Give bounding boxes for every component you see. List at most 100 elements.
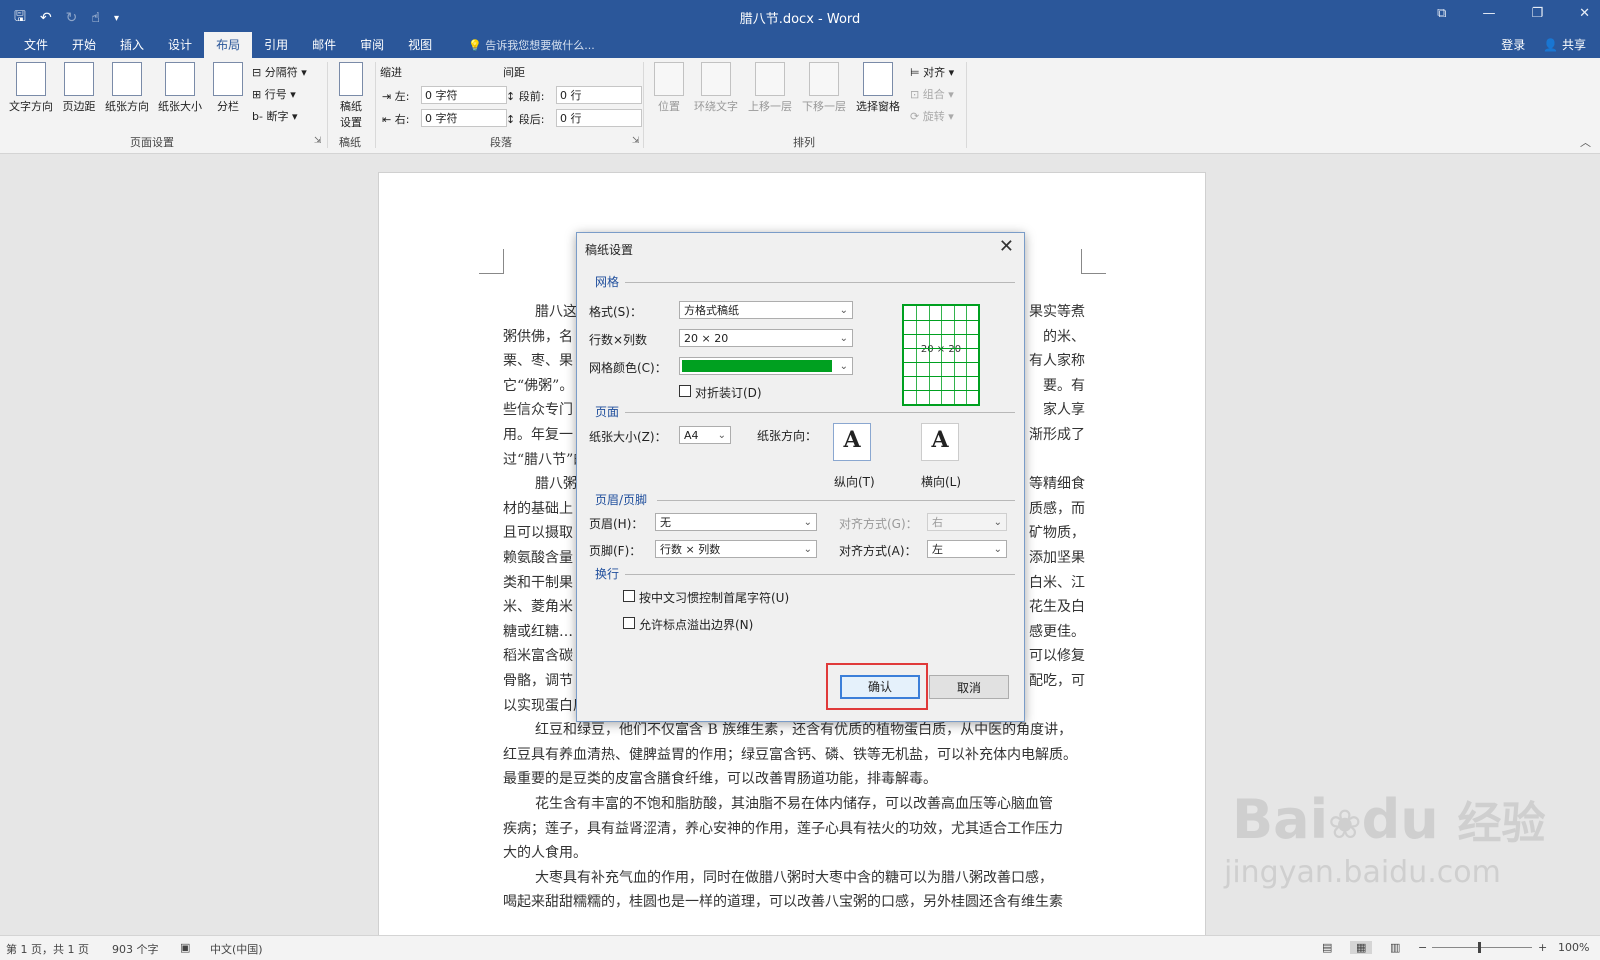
chevron-down-icon: ⌄	[803, 544, 812, 555]
line-numbers-button[interactable]: ⊞ 行号 ▾	[252, 86, 296, 102]
tell-me-box[interactable]: 💡 告诉我您想要做什么...	[468, 37, 595, 53]
manuscript-icon	[339, 62, 363, 96]
word-count[interactable]: 903 个字	[112, 941, 159, 957]
header-align-label: 对齐方式(G)：	[839, 517, 918, 531]
collapse-ribbon-icon[interactable]: ︿	[1580, 134, 1591, 150]
zoom-out-icon[interactable]: −	[1418, 941, 1427, 954]
read-mode-icon[interactable]: ▤	[1322, 941, 1332, 954]
document-line: 疾病；莲子，具有益肾涩清，养心安神的作用，莲子心具有祛火的功效，尤其适合工作压力	[503, 820, 1063, 837]
zoom-level[interactable]: 100%	[1558, 941, 1589, 954]
group-button[interactable]: ⊡ 组合 ▾	[910, 86, 954, 102]
spacing-after-input[interactable]: 0 行	[556, 109, 642, 127]
grid-section-title: 网格	[595, 275, 620, 289]
footer-label: 页脚(F)：	[589, 544, 642, 558]
ok-button[interactable]: 确认	[840, 675, 920, 699]
format-select[interactable]: 方格式稿纸 ⌄	[679, 301, 853, 319]
grid-preview-col-line	[953, 306, 955, 404]
grid-color-select[interactable]: ⌄	[679, 357, 853, 375]
tab-8[interactable]: 视图	[396, 32, 444, 58]
document-line: 骨骼，调节	[503, 673, 573, 689]
landscape-option[interactable]: A	[921, 423, 959, 461]
paragraph-launcher-icon[interactable]: ⇲	[632, 136, 640, 146]
tab-2[interactable]: 插入	[108, 32, 156, 58]
wrap-text-icon	[701, 62, 731, 96]
header-align-select[interactable]: 右 ⌄	[927, 513, 1007, 531]
document-line-fragment: 家人享	[1043, 402, 1085, 419]
selection-pane-button[interactable]: 选择窗格	[852, 62, 904, 114]
align-button[interactable]: ⊨ 对齐 ▾	[910, 64, 954, 80]
document-line: 栗、枣、果	[503, 353, 573, 370]
ribbon-display-options-icon[interactable]: ⧉	[1437, 6, 1446, 21]
print-layout-icon[interactable]: ▦	[1350, 941, 1373, 954]
columns-button[interactable]: 分栏	[210, 62, 246, 114]
chevron-down-icon: ⌄	[993, 517, 1002, 528]
title-bar: 🖫 ↶ ↻ ☝ ▾ 腊八节.docx - Word ⧉ — ❐ ✕	[0, 0, 1600, 32]
selection-pane-icon	[863, 62, 893, 96]
hanging-punctuation-checkbox[interactable]	[623, 617, 635, 629]
header-select[interactable]: 无 ⌄	[655, 513, 817, 531]
paper-size-select[interactable]: A4 ⌄	[679, 426, 731, 444]
restore-icon[interactable]: ❐	[1531, 6, 1543, 21]
tab-5[interactable]: 引用	[252, 32, 300, 58]
wrap-text-button[interactable]: 环绕文字	[690, 62, 742, 114]
send-backward-button[interactable]: 下移一层	[798, 62, 850, 114]
document-line: 过“腊八节”的	[503, 451, 588, 468]
cjk-first-last-checkbox[interactable]	[623, 590, 635, 602]
tab-0[interactable]: 文件	[12, 32, 60, 58]
fold-binding-checkbox[interactable]	[679, 385, 691, 397]
indent-right-input[interactable]: 0 字符	[421, 109, 507, 127]
language-indicator[interactable]: 中文(中国)	[210, 941, 263, 957]
cancel-button[interactable]: 取消	[929, 675, 1009, 699]
window-controls: ⧉ — ❐ ✕	[1437, 6, 1590, 21]
spacing-before-input[interactable]: 0 行	[556, 86, 642, 104]
arrange-group-label: 排列	[793, 136, 815, 149]
tab-1[interactable]: 开始	[60, 32, 108, 58]
bring-forward-button[interactable]: 上移一层	[744, 62, 796, 114]
position-button[interactable]: 位置	[650, 62, 688, 114]
minimize-icon[interactable]: —	[1482, 6, 1495, 21]
dialog-close-icon[interactable]: ✕	[999, 236, 1014, 257]
rows-cols-select[interactable]: 20 × 20 ⌄	[679, 329, 853, 347]
login-link[interactable]: 登录	[1501, 36, 1525, 53]
zoom-slider-thumb[interactable]	[1478, 942, 1481, 953]
paragraph-group-label: 段落	[490, 136, 512, 149]
page-setup-group-label: 页面设置	[130, 136, 174, 149]
document-line: 最重要的是豆类的皮富含膳食纤维，可以改善胃肠道功能，排毒解毒。	[503, 771, 937, 788]
rotate-button[interactable]: ⟳ 旋转 ▾	[910, 108, 954, 124]
tab-3[interactable]: 设计	[156, 32, 204, 58]
spacing-title: 间距	[503, 66, 525, 79]
document-line: 喝起来甜甜糯糯的，桂圆也是一样的道理，可以改善八宝粥的口感，另外桂圆还含有维生素	[503, 894, 1063, 911]
breaks-button[interactable]: ⊟ 分隔符 ▾	[252, 64, 307, 80]
portrait-option[interactable]: A	[833, 423, 871, 461]
footer-select[interactable]: 行数 × 列数 ⌄	[655, 540, 817, 558]
size-button[interactable]: 纸张大小	[155, 62, 205, 114]
manuscript-settings-button[interactable]: 稿纸 设置	[333, 62, 369, 130]
zoom-in-icon[interactable]: +	[1538, 941, 1547, 954]
landscape-page-icon: A	[931, 427, 949, 453]
tab-7[interactable]: 审阅	[348, 32, 396, 58]
tab-4[interactable]: 布局	[204, 32, 253, 58]
hyphenation-button[interactable]: b‑ 断字 ▾	[252, 108, 297, 124]
share-button[interactable]: 👤 共享	[1543, 36, 1586, 53]
text-direction-button[interactable]: 文字方向	[6, 62, 56, 114]
paw-icon: ❀	[1328, 802, 1362, 848]
web-layout-icon[interactable]: ▥	[1390, 941, 1400, 954]
header-label: 页眉(H)：	[589, 517, 644, 531]
margins-button[interactable]: 页边距	[58, 62, 100, 114]
orientation-button[interactable]: 纸张方向	[102, 62, 152, 114]
orientation-label: 纸张方向：	[757, 429, 818, 443]
page-count[interactable]: 第 1 页，共 1 页	[6, 941, 89, 957]
close-icon[interactable]: ✕	[1579, 6, 1590, 21]
zoom-slider[interactable]	[1432, 947, 1532, 948]
indent-left-input[interactable]: 0 字符	[421, 86, 507, 104]
document-line: 用。年复一	[503, 427, 573, 443]
landscape-label: 横向(L)	[921, 475, 962, 489]
page-setup-launcher-icon[interactable]: ⇲	[314, 136, 322, 146]
section-divider	[625, 574, 1015, 575]
grid-preview-col-line	[941, 306, 943, 404]
footer-align-select[interactable]: 左 ⌄	[927, 540, 1007, 558]
proofing-icon[interactable]: ▣	[180, 941, 190, 954]
section-divider	[625, 412, 1015, 413]
chevron-down-icon: ⌄	[803, 517, 812, 528]
tab-6[interactable]: 邮件	[300, 32, 348, 58]
